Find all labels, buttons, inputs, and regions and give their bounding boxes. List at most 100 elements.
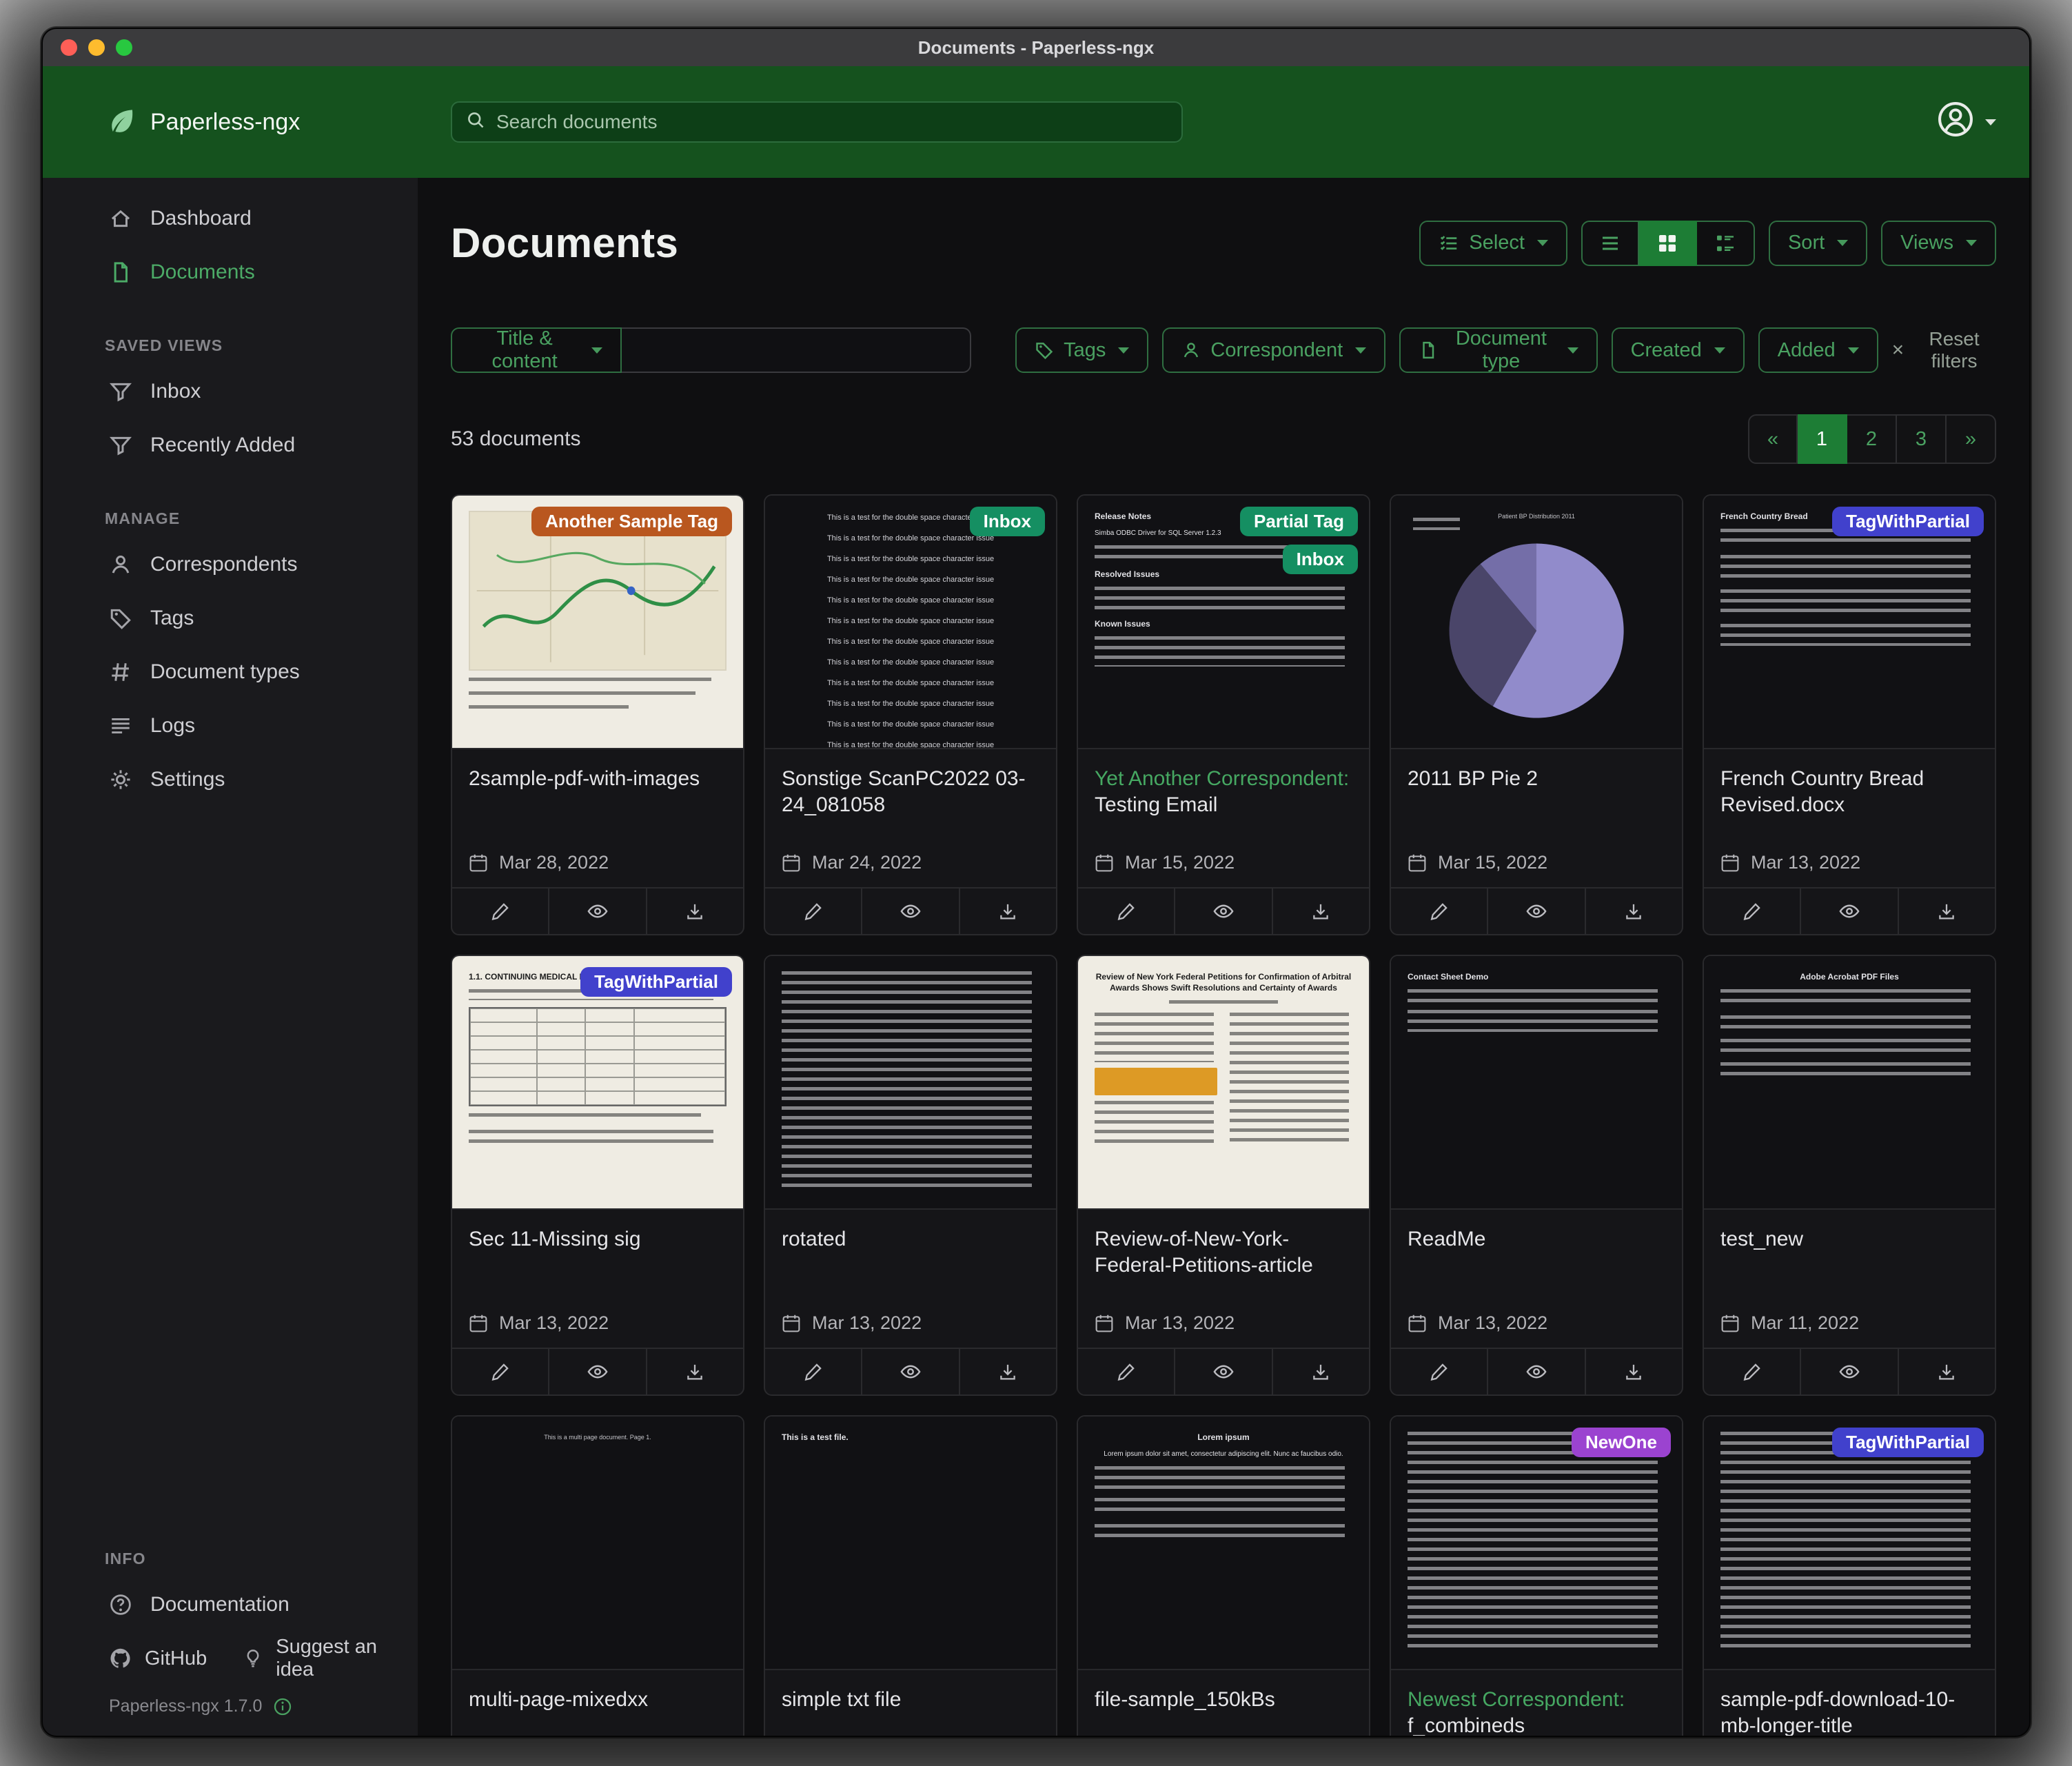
document-correspondent[interactable]: Newest Correspondent: — [1408, 1688, 1625, 1711]
download-document-button[interactable] — [1272, 1349, 1369, 1394]
sort-button[interactable]: Sort — [1769, 221, 1867, 266]
sidebar-item-documentation[interactable]: Documentation — [43, 1578, 418, 1632]
edit-document-button[interactable] — [1078, 1349, 1174, 1394]
document-thumbnail[interactable]: TagWithPartial — [1704, 1417, 1995, 1670]
user-menu[interactable] — [1937, 101, 1996, 143]
views-button[interactable]: Views — [1881, 221, 1996, 266]
sidebar-item-correspondents[interactable]: Correspondents — [43, 538, 418, 591]
document-type-filter-button[interactable]: Document type — [1399, 327, 1597, 373]
tag-badge[interactable]: Another Sample Tag — [531, 507, 732, 536]
document-title[interactable]: test_new — [1720, 1226, 1978, 1252]
edit-document-button[interactable] — [1078, 889, 1174, 934]
document-thumbnail[interactable]: Release NotesSimba ODBC Driver for SQL S… — [1078, 496, 1369, 749]
document-thumbnail[interactable]: Another Sample Tag — [452, 496, 743, 749]
document-title[interactable]: Sonstige ScanPC2022 03-24_081058 — [782, 766, 1039, 818]
download-document-button[interactable] — [1898, 889, 1995, 934]
document-title[interactable]: rotated — [782, 1226, 1039, 1252]
document-card[interactable]: This is a test file. simple txt file — [764, 1415, 1057, 1736]
document-thumbnail[interactable]: Lorem ipsumLorem ipsum dolor sit amet, c… — [1078, 1417, 1369, 1670]
tag-badge[interactable]: TagWithPartial — [1832, 507, 1984, 536]
sidebar-item-recently-added[interactable]: Recently Added — [43, 418, 418, 472]
sidebar-item-logs[interactable]: Logs — [43, 699, 418, 753]
document-thumbnail[interactable]: Review of New York Federal Petitions for… — [1078, 956, 1369, 1210]
view-document-button[interactable] — [1174, 1349, 1271, 1394]
document-title[interactable]: Sec 11-Missing sig — [469, 1226, 727, 1252]
pagination-prev-button[interactable]: « — [1748, 414, 1798, 464]
app-brand[interactable]: Paperless-ngx — [106, 107, 451, 137]
document-thumbnail[interactable]: Patient BP Distribution 2011 — [1391, 496, 1682, 749]
tag-badge[interactable]: TagWithPartial — [1832, 1428, 1984, 1457]
view-document-button[interactable] — [1174, 889, 1271, 934]
document-card[interactable]: Review of New York Federal Petitions for… — [1077, 955, 1370, 1396]
tag-badge[interactable]: TagWithPartial — [580, 967, 732, 997]
document-card[interactable]: Lorem ipsumLorem ipsum dolor sit amet, c… — [1077, 1415, 1370, 1736]
sidebar-item-document-types[interactable]: Document types — [43, 645, 418, 699]
document-thumbnail[interactable]: Adobe Acrobat PDF Files — [1704, 956, 1995, 1210]
download-document-button[interactable] — [1898, 1349, 1995, 1394]
document-thumbnail[interactable]: This is a multi page document. Page 1. — [452, 1417, 743, 1670]
download-document-button[interactable] — [1272, 889, 1369, 934]
document-card[interactable]: Patient BP Distribution 2011 2011 BP Pie… — [1390, 494, 1683, 935]
edit-document-button[interactable] — [1391, 889, 1487, 934]
minimize-window-button[interactable] — [88, 39, 105, 56]
document-card[interactable]: TagWithPartial sample-pdf-download-10-mb… — [1703, 1415, 1996, 1736]
grid-view-button[interactable] — [1639, 221, 1697, 266]
download-document-button[interactable] — [1585, 1349, 1682, 1394]
document-thumbnail[interactable]: This is a test file. — [765, 1417, 1056, 1670]
download-document-button[interactable] — [1585, 889, 1682, 934]
document-title[interactable]: Yet Another Correspondent: Testing Email — [1095, 766, 1352, 818]
reset-filters-button[interactable]: × Reset filters — [1892, 328, 1996, 372]
search-input[interactable] — [496, 111, 1168, 133]
correspondent-filter-button[interactable]: Correspondent — [1162, 327, 1385, 373]
edit-document-button[interactable] — [452, 889, 548, 934]
sidebar-item-documents[interactable]: Documents — [43, 245, 418, 299]
document-title[interactable]: multi-page-mixedxx — [469, 1687, 727, 1713]
document-card[interactable]: Release NotesSimba ODBC Driver for SQL S… — [1077, 494, 1370, 935]
document-card[interactable]: This is a test for the double space char… — [764, 494, 1057, 935]
added-filter-button[interactable]: Added — [1758, 327, 1878, 373]
tags-filter-button[interactable]: Tags — [1015, 327, 1148, 373]
document-card[interactable]: Adobe Acrobat PDF Files test_new Mar 11,… — [1703, 955, 1996, 1396]
document-title[interactable]: simple txt file — [782, 1687, 1039, 1713]
view-document-button[interactable] — [1487, 1349, 1584, 1394]
document-thumbnail[interactable]: Contact Sheet Demo — [1391, 956, 1682, 1210]
document-title[interactable]: file-sample_150kBs — [1095, 1687, 1352, 1713]
download-document-button[interactable] — [959, 1349, 1056, 1394]
detail-view-button[interactable] — [1697, 221, 1755, 266]
pagination-page-3[interactable]: 3 — [1897, 414, 1947, 464]
info-circle-icon[interactable] — [273, 1697, 292, 1716]
view-document-button[interactable] — [1487, 889, 1584, 934]
document-title[interactable]: ReadMe — [1408, 1226, 1665, 1252]
document-thumbnail[interactable]: This is a test for the double space char… — [765, 496, 1056, 749]
pagination-page-1[interactable]: 1 — [1798, 414, 1847, 464]
window-titlebar[interactable]: Documents - Paperless-ngx — [43, 29, 2029, 66]
document-correspondent[interactable]: Yet Another Correspondent: — [1095, 767, 1349, 790]
tag-badge[interactable]: Inbox — [1283, 545, 1358, 574]
document-card[interactable]: rotated Mar 13, 2022 — [764, 955, 1057, 1396]
document-title[interactable]: 2011 BP Pie 2 — [1408, 766, 1665, 792]
title-content-filter-button[interactable]: Title & content — [451, 327, 622, 373]
document-title[interactable]: Newest Correspondent: f_combineds — [1408, 1687, 1665, 1736]
tag-badge[interactable]: NewOne — [1572, 1428, 1671, 1457]
sidebar-item-inbox[interactable]: Inbox — [43, 365, 418, 418]
view-document-button[interactable] — [1800, 1349, 1897, 1394]
download-document-button[interactable] — [646, 889, 743, 934]
tag-badge[interactable]: Partial Tag — [1240, 507, 1358, 536]
sidebar-item-tags[interactable]: Tags — [43, 591, 418, 645]
document-thumbnail[interactable]: NewOne — [1391, 1417, 1682, 1670]
sidebar-item-settings[interactable]: Settings — [43, 753, 418, 806]
document-thumbnail[interactable]: 1.1. CONTINUING MEDICAL EDUCATIONTagWith… — [452, 956, 743, 1210]
view-document-button[interactable] — [548, 1349, 645, 1394]
view-document-button[interactable] — [861, 1349, 958, 1394]
tag-badge[interactable]: Inbox — [970, 507, 1045, 536]
document-card[interactable]: Contact Sheet Demo ReadMe Mar 13, 2022 — [1390, 955, 1683, 1396]
pagination-next-button[interactable]: » — [1947, 414, 1996, 464]
document-card[interactable]: NewOne Newest Correspondent: f_combineds — [1390, 1415, 1683, 1736]
document-title[interactable]: sample-pdf-download-10-mb-longer-title — [1720, 1687, 1978, 1736]
document-title[interactable]: Review-of-New-York-Federal-Petitions-art… — [1095, 1226, 1352, 1279]
sidebar-item-suggest-idea[interactable]: Suggest an idea — [243, 1636, 418, 1681]
download-document-button[interactable] — [646, 1349, 743, 1394]
view-document-button[interactable] — [1800, 889, 1897, 934]
document-thumbnail[interactable] — [765, 956, 1056, 1210]
document-card[interactable]: This is a multi page document. Page 1. m… — [451, 1415, 744, 1736]
